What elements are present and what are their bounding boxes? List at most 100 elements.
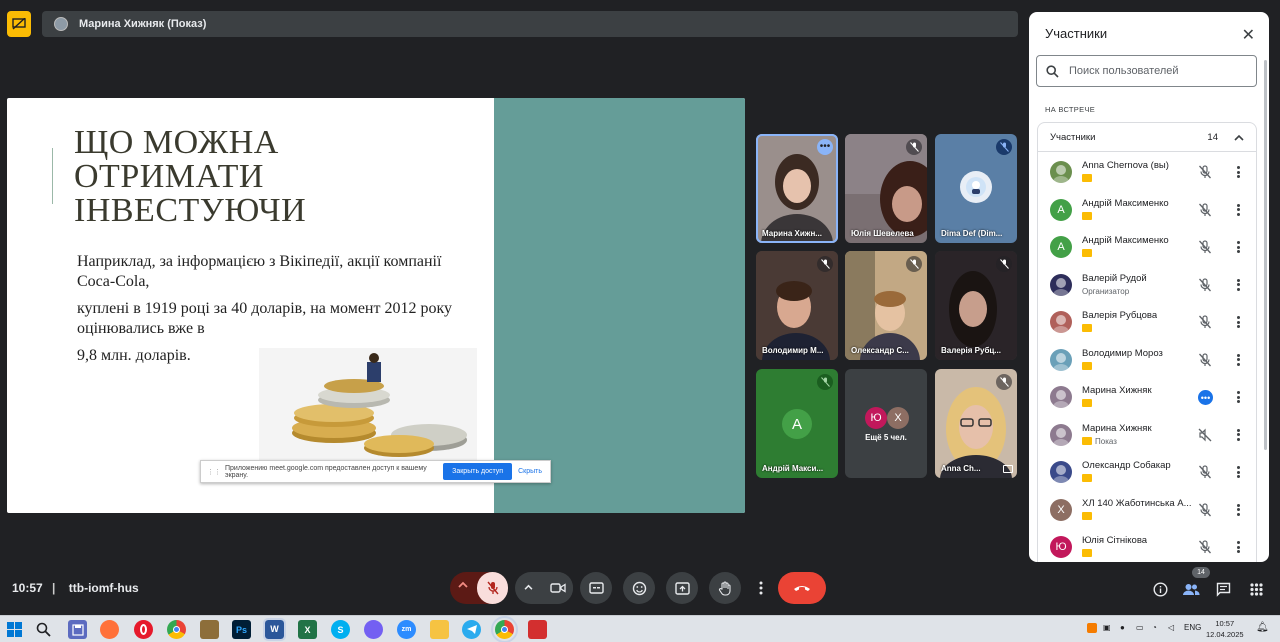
section-label: НА ВСТРЕЧЕ: [1045, 105, 1096, 114]
viber-icon[interactable]: [364, 620, 383, 639]
participant-tile[interactable]: Олександр С...: [845, 251, 927, 360]
more-vert-icon[interactable]: [1234, 353, 1242, 367]
system-clock[interactable]: 10:57 12.04.2025: [1206, 618, 1244, 640]
mic-off-button[interactable]: [477, 572, 508, 604]
participant-row[interactable]: Х ХЛ 140 Жаботинська А...: [1038, 492, 1258, 529]
mic-off-icon[interactable]: [1198, 465, 1212, 479]
emoji-button[interactable]: [623, 572, 655, 604]
participant-status: [1082, 249, 1095, 257]
more-vert-icon[interactable]: [1234, 315, 1242, 329]
tile-name: Dima Def (Dim...: [941, 229, 1003, 238]
participant-row[interactable]: А Андрій Максименко: [1038, 192, 1258, 229]
mic-off-icon[interactable]: [1198, 315, 1212, 329]
mic-off-icon[interactable]: [1198, 202, 1212, 217]
more-vert-icon[interactable]: [1234, 390, 1242, 404]
mic-options-chevron-icon[interactable]: [458, 581, 468, 588]
chat-button[interactable]: [1214, 580, 1232, 598]
panel-scrollbar[interactable]: [1264, 60, 1267, 450]
leave-call-button[interactable]: [778, 572, 826, 604]
chrome-active-icon[interactable]: [491, 616, 518, 642]
more-vert-icon[interactable]: [1234, 240, 1242, 254]
camera-options-chevron-icon[interactable]: [524, 584, 533, 590]
captions-button[interactable]: [580, 572, 612, 604]
word-icon[interactable]: W: [263, 618, 286, 641]
more-vert-icon[interactable]: [1234, 540, 1242, 554]
participant-row[interactable]: Ю Юлія Сітнікова: [1038, 529, 1258, 562]
more-options-badge[interactable]: •••: [817, 139, 833, 155]
file-explorer-icon[interactable]: [430, 620, 449, 639]
search-icon[interactable]: [34, 620, 53, 639]
search-input[interactable]: [1069, 65, 1239, 77]
mic-off-icon[interactable]: [1198, 352, 1212, 367]
language-indicator[interactable]: ENG: [1184, 623, 1201, 632]
mic-off-icon[interactable]: [1198, 540, 1212, 554]
more-vert-icon[interactable]: [1234, 203, 1242, 217]
mic-off-icon[interactable]: [1198, 502, 1212, 517]
presenter-bar[interactable]: Марина Хижняк (Показ): [42, 11, 1018, 37]
zoom-icon[interactable]: zm: [397, 620, 416, 639]
badge-icon: [1082, 399, 1092, 407]
participant-row[interactable]: Володимир Мороз: [1038, 342, 1258, 379]
mic-off-icon[interactable]: [1198, 277, 1212, 292]
badge-icon: [1082, 549, 1092, 557]
mic-off-icon[interactable]: [1198, 240, 1212, 254]
more-vert-icon[interactable]: [1234, 165, 1242, 179]
notifications-icon[interactable]: 🔔︎: [1256, 622, 1269, 633]
telegram-icon[interactable]: [462, 620, 481, 639]
opera-icon[interactable]: [134, 620, 153, 639]
more-options-button[interactable]: [752, 572, 770, 604]
tray-icon[interactable]: ▣: [1103, 623, 1111, 632]
camera-button[interactable]: [542, 572, 573, 604]
windows-start-icon[interactable]: [5, 620, 24, 639]
participant-row[interactable]: Валерій Рудой Организатор: [1038, 267, 1258, 304]
participant-row[interactable]: Марина Хижняк Показ: [1038, 417, 1258, 454]
participant-row[interactable]: Валерія Рубцова: [1038, 304, 1258, 341]
tray-app-icon[interactable]: [1087, 623, 1097, 633]
search-box[interactable]: [1036, 55, 1257, 87]
participant-tile[interactable]: Валерія Рубц...: [935, 251, 1017, 360]
firefox-icon[interactable]: [100, 620, 119, 639]
stop-sharing-button[interactable]: Закрыть доступ: [443, 463, 513, 480]
chevron-up-icon[interactable]: [1234, 134, 1244, 141]
mic-off-icon[interactable]: [1198, 165, 1212, 179]
participant-row[interactable]: Марина Хижняк •••: [1038, 379, 1258, 416]
participant-row[interactable]: Олександр Собакар: [1038, 454, 1258, 491]
activities-button[interactable]: [1247, 580, 1265, 598]
more-vert-icon[interactable]: [1234, 278, 1242, 292]
photoshop-icon[interactable]: Ps: [232, 620, 251, 639]
participant-row[interactable]: А Андрій Максименко: [1038, 229, 1258, 266]
participant-tile[interactable]: Dima Def (Dim...: [935, 134, 1017, 243]
pdf-reader-icon[interactable]: [528, 620, 547, 639]
participant-status: [1082, 211, 1095, 220]
more-vert-icon[interactable]: [1234, 503, 1242, 517]
more-vert-icon[interactable]: [1234, 428, 1242, 442]
close-icon[interactable]: ✕: [1242, 25, 1255, 45]
participant-tile[interactable]: Володимир М...: [756, 251, 838, 360]
save-app-icon[interactable]: [68, 620, 87, 639]
participant-tile[interactable]: Юлія Шевелева: [845, 134, 927, 243]
audio-off-icon[interactable]: [1198, 428, 1212, 442]
network-icon[interactable]: ▭: [1136, 623, 1144, 632]
participant-row[interactable]: Anna Chernova (вы): [1038, 154, 1258, 191]
participant-tile[interactable]: ••• Марина Хижн...: [756, 134, 838, 243]
more-participants-tile[interactable]: Ю Х Ещё 5 чел.: [845, 369, 927, 478]
hide-notice-link[interactable]: Скрыть: [518, 468, 542, 475]
excel-icon[interactable]: X: [298, 620, 317, 639]
participant-tile[interactable]: Anna Ch...: [935, 369, 1017, 478]
emoji-icon: [632, 581, 646, 595]
microphone-icon[interactable]: ●: [1120, 623, 1125, 632]
participant-tile[interactable]: А Андрій Макси...: [756, 369, 838, 478]
participants-group-header[interactable]: Участники 14: [1037, 122, 1257, 152]
wifi-icon[interactable]: ◔: [1152, 623, 1157, 632]
meeting-details-button[interactable]: [1151, 580, 1169, 598]
skype-icon[interactable]: S: [331, 620, 350, 639]
app-icon[interactable]: [200, 620, 219, 639]
raise-hand-button[interactable]: [709, 572, 741, 604]
people-button[interactable]: [1182, 580, 1200, 598]
present-screen-button[interactable]: [666, 572, 698, 604]
mic-off-icon: [817, 374, 833, 390]
more-vert-icon[interactable]: [1234, 465, 1242, 479]
presentation-icon[interactable]: [7, 11, 31, 37]
chrome-icon[interactable]: [167, 620, 186, 639]
volume-icon[interactable]: ◁: [1168, 623, 1174, 632]
